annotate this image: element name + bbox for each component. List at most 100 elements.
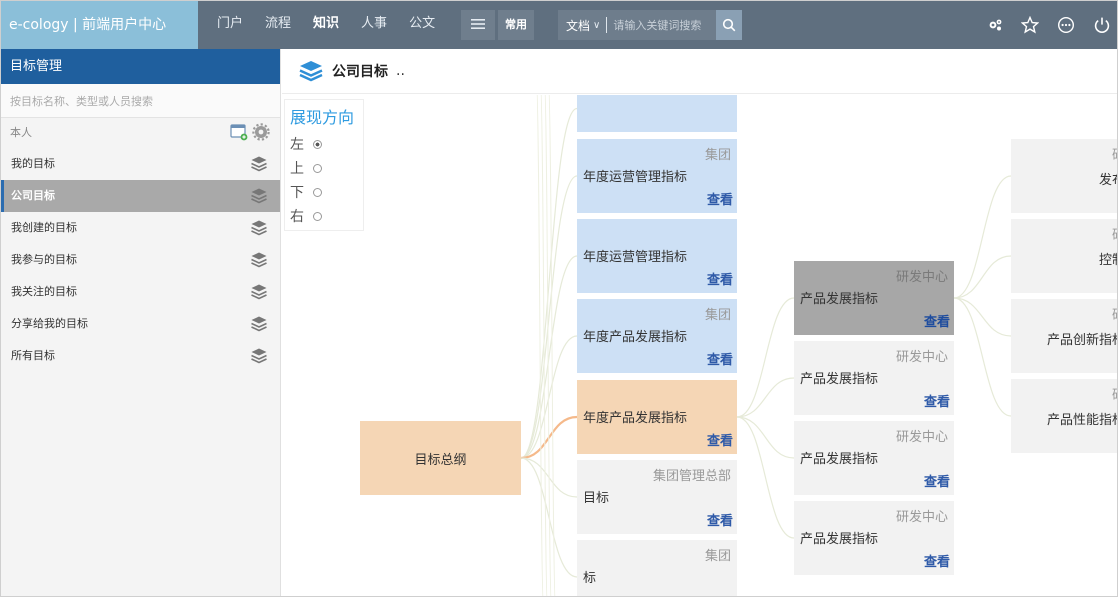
settings-icon[interactable]	[983, 13, 1007, 37]
direction-option[interactable]: 左	[290, 132, 363, 156]
goal-node[interactable]: 研控制	[1011, 219, 1117, 293]
radio-button[interactable]	[313, 211, 322, 221]
view-link[interactable]: 查看	[707, 189, 733, 208]
goal-node[interactable]: 研发中心 产品发展指标 查看	[794, 341, 954, 415]
layers-icon[interactable]	[250, 219, 268, 237]
goal-node[interactable]: 研发中心 产品发展指标 查看	[794, 501, 954, 575]
radio-button[interactable]	[313, 139, 322, 149]
goal-node[interactable]: 研发中心 产品发展指标 查看	[794, 421, 954, 495]
node-name: 产品创新指标	[1046, 333, 1118, 348]
layers-icon[interactable]	[250, 347, 268, 365]
view-link[interactable]: 查看	[707, 349, 733, 368]
node-name: 年度运营管理指标	[583, 250, 688, 265]
nav-hr[interactable]: 人事	[350, 1, 398, 49]
menu-icon[interactable]	[461, 10, 495, 40]
layers-icon[interactable]	[250, 155, 268, 173]
chevron-down-icon[interactable]: ∨	[593, 20, 600, 31]
direction-option-label: 上	[290, 161, 304, 177]
sidebar-item[interactable]: 分享给我的目标	[1, 308, 280, 340]
goal-node[interactable]: 研发布	[1011, 139, 1117, 213]
tree-link	[953, 175, 1012, 299]
sidebar-item[interactable]: 我创建的目标	[1, 212, 280, 244]
brand-title[interactable]: e-cology | 前端用户中心	[1, 1, 198, 49]
view-link[interactable]: 查看	[924, 471, 950, 490]
ellipsis-circle-icon	[1057, 16, 1075, 34]
node-org: 研发中心	[895, 270, 948, 285]
sidebar-search	[1, 84, 280, 118]
tree-link	[953, 297, 1012, 417]
direction-option[interactable]: 右	[290, 204, 363, 228]
goal-node[interactable]: 集团 年度产品发展指标 查看	[577, 299, 737, 373]
direction-option-label: 左	[290, 137, 304, 153]
goal-node[interactable]	[577, 95, 737, 132]
search-input[interactable]	[613, 18, 716, 32]
tree-root-node[interactable]: 目标总纲	[360, 421, 521, 495]
search-icon	[722, 18, 736, 32]
sidebar-item[interactable]: 我参与的目标	[1, 244, 280, 276]
title-ellipsis: ..	[396, 63, 405, 79]
sidebar-search-input[interactable]	[10, 84, 260, 118]
node-org: 集团	[704, 549, 731, 564]
direction-title: 展现方向	[290, 108, 355, 127]
radio-button[interactable]	[313, 187, 322, 197]
sidebar-item-label: 我关注的目标	[11, 285, 77, 298]
view-link[interactable]: 查看	[707, 269, 733, 288]
view-link[interactable]: 查看	[924, 311, 950, 330]
more-icon[interactable]	[1054, 13, 1078, 37]
layers-icon[interactable]	[250, 187, 268, 205]
search-button[interactable]	[716, 10, 742, 40]
sidebar-item[interactable]: 我的目标	[1, 148, 280, 180]
tree-link	[953, 297, 1012, 337]
sidebar: 目标管理 本人 我的目标公司目标我创建的目标我参与的目标我关注的目标分享给我的目…	[1, 49, 281, 596]
section-label: 本人	[10, 126, 32, 139]
node-org: 研	[1112, 384, 1117, 403]
node-org: 研发中心	[895, 350, 948, 365]
node-org: 研	[1112, 144, 1117, 163]
goal-tree-canvas[interactable]: 展现方向 左上下右 目标总纲 集团 年度运营管理指标 查看 年度运营管理指标 查看 集团年…	[282, 95, 1118, 596]
star-icon	[1021, 16, 1039, 34]
goal-node[interactable]: 研发中心 产品发展指标 查看	[794, 261, 954, 335]
goal-node[interactable]: 研产品性能指标	[1011, 379, 1117, 453]
main-nav: 门户 流程 知识 人事 公文	[206, 1, 446, 49]
radio-button[interactable]	[313, 163, 322, 173]
search-category[interactable]: 文档	[558, 17, 590, 34]
layers-icon[interactable]	[250, 283, 268, 301]
goal-node[interactable]: 集团 年度运营管理指标 查看	[577, 139, 737, 213]
goal-node[interactable]: 集团管理总部 目标 查看	[577, 460, 737, 534]
sidebar-item[interactable]: 公司目标	[1, 180, 280, 212]
view-link[interactable]: 查看	[707, 510, 733, 529]
node-name: 年度运营管理指标	[583, 170, 688, 185]
favorite-icon[interactable]	[1018, 13, 1042, 37]
main-panel: 公司目标 .. 展现方向 左上下右 目标总纲 集团 年度运营管理指标 查看 年度运营管…	[282, 49, 1118, 596]
layers-icon[interactable]	[250, 251, 268, 269]
nav-knowledge[interactable]: 知识	[302, 1, 350, 49]
nav-workflow[interactable]: 流程	[254, 1, 302, 49]
node-org: 研发中心	[895, 430, 948, 445]
node-name: 发布	[1098, 173, 1117, 188]
sidebar-item[interactable]: 我关注的目标	[1, 276, 280, 308]
gears-icon	[989, 19, 1002, 31]
goal-node[interactable]: 研产品创新指标	[1011, 299, 1118, 373]
logout-icon[interactable]	[1090, 13, 1114, 37]
direction-option[interactable]: 下	[290, 180, 363, 204]
gear-icon[interactable]	[252, 123, 270, 141]
add-window-icon[interactable]	[230, 123, 248, 141]
nav-document[interactable]: 公文	[398, 1, 446, 49]
goal-node[interactable]: 集团标	[577, 540, 737, 596]
top-bar: e-cology | 前端用户中心 门户 流程 知识 人事 公文 常用 文档 ∨	[1, 1, 1117, 49]
view-link[interactable]: 查看	[924, 551, 950, 570]
common-button[interactable]: 常用	[498, 10, 534, 40]
tree-link	[953, 255, 1012, 299]
search-box: 文档 ∨	[558, 10, 742, 40]
view-link[interactable]: 查看	[924, 391, 950, 410]
view-link[interactable]: 查看	[707, 430, 733, 449]
node-org: 研	[1112, 224, 1117, 243]
direction-option[interactable]: 上	[290, 156, 363, 180]
node-name: 控制	[1098, 253, 1117, 268]
node-org: 研	[1112, 304, 1117, 323]
goal-node[interactable]: 年度运营管理指标查看	[577, 219, 737, 293]
goal-node[interactable]: 年度产品发展指标 查看	[577, 380, 737, 454]
nav-portal[interactable]: 门户	[206, 1, 254, 49]
layers-icon[interactable]	[250, 315, 268, 333]
sidebar-item[interactable]: 所有目标	[1, 340, 280, 372]
